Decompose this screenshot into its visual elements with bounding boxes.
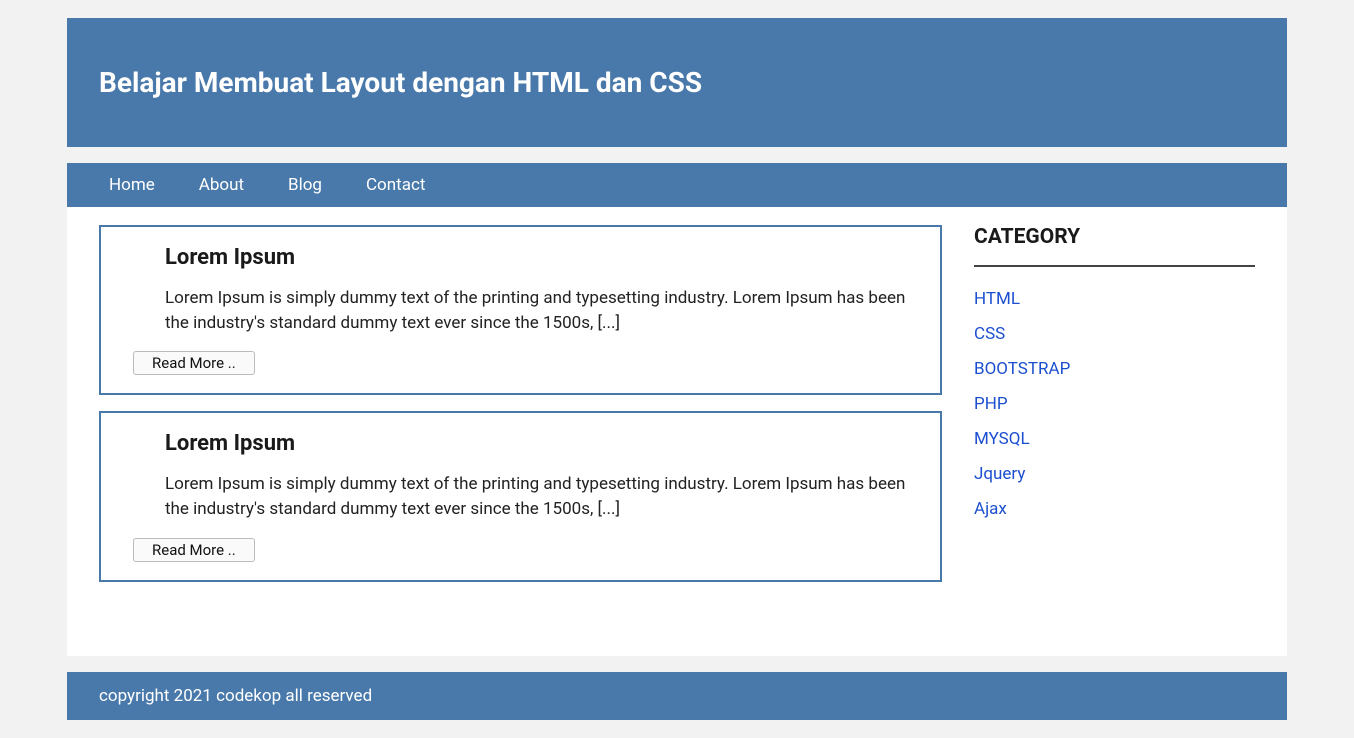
article-title: Lorem Ipsum [165, 431, 908, 456]
category-link-php[interactable]: PHP [974, 394, 1008, 414]
category-item-php[interactable]: PHP [974, 394, 1255, 414]
nav-item-blog[interactable]: Blog [278, 175, 332, 195]
category-item-html[interactable]: HTML [974, 289, 1255, 309]
read-more-button[interactable]: Read More .. [133, 351, 255, 375]
nav-list: Home About Blog Contact [67, 175, 1287, 195]
category-list: HTML CSS BOOTSTRAP PHP MYSQL Jquery Ajax [974, 289, 1255, 519]
nav-item-home[interactable]: Home [99, 175, 165, 195]
nav-link-contact[interactable]: Contact [366, 175, 425, 195]
article-inner: Lorem Ipsum Lorem Ipsum is simply dummy … [133, 431, 908, 521]
nav-link-home[interactable]: Home [109, 175, 155, 195]
category-link-ajax[interactable]: Ajax [974, 499, 1007, 519]
category-link-html[interactable]: HTML [974, 289, 1020, 309]
category-link-mysql[interactable]: MYSQL [974, 429, 1030, 449]
footer-text: copyright 2021 codekop all reserved [99, 686, 1255, 706]
article-inner: Lorem Ipsum Lorem Ipsum is simply dummy … [133, 245, 908, 335]
main-content: Lorem Ipsum Lorem Ipsum is simply dummy … [67, 207, 974, 616]
page-header: Belajar Membuat Layout dengan HTML dan C… [67, 18, 1287, 147]
sidebar-title: CATEGORY [974, 225, 1255, 263]
category-link-jquery[interactable]: Jquery [974, 464, 1025, 484]
read-more-button[interactable]: Read More .. [133, 538, 255, 562]
category-item-bootstrap[interactable]: BOOTSTRAP [974, 359, 1255, 379]
article-excerpt: Lorem Ipsum is simply dummy text of the … [165, 286, 908, 335]
main-nav: Home About Blog Contact [67, 163, 1287, 207]
category-item-jquery[interactable]: Jquery [974, 464, 1255, 484]
nav-link-about[interactable]: About [199, 175, 244, 195]
article-excerpt: Lorem Ipsum is simply dummy text of the … [165, 472, 908, 521]
category-link-css[interactable]: CSS [974, 324, 1005, 344]
category-item-css[interactable]: CSS [974, 324, 1255, 344]
category-item-ajax[interactable]: Ajax [974, 499, 1255, 519]
page-footer: copyright 2021 codekop all reserved [67, 672, 1287, 720]
category-item-mysql[interactable]: MYSQL [974, 429, 1255, 449]
nav-item-about[interactable]: About [189, 175, 254, 195]
category-link-bootstrap[interactable]: BOOTSTRAP [974, 359, 1070, 379]
page-title: Belajar Membuat Layout dengan HTML dan C… [99, 66, 1255, 99]
article-card: Lorem Ipsum Lorem Ipsum is simply dummy … [99, 411, 942, 581]
content-container: Lorem Ipsum Lorem Ipsum is simply dummy … [67, 207, 1287, 656]
nav-link-blog[interactable]: Blog [288, 175, 322, 195]
sidebar: CATEGORY HTML CSS BOOTSTRAP PHP MYSQL Jq… [974, 207, 1287, 616]
nav-item-contact[interactable]: Contact [356, 175, 435, 195]
article-title: Lorem Ipsum [165, 245, 908, 270]
sidebar-divider [974, 265, 1255, 267]
article-card: Lorem Ipsum Lorem Ipsum is simply dummy … [99, 225, 942, 395]
